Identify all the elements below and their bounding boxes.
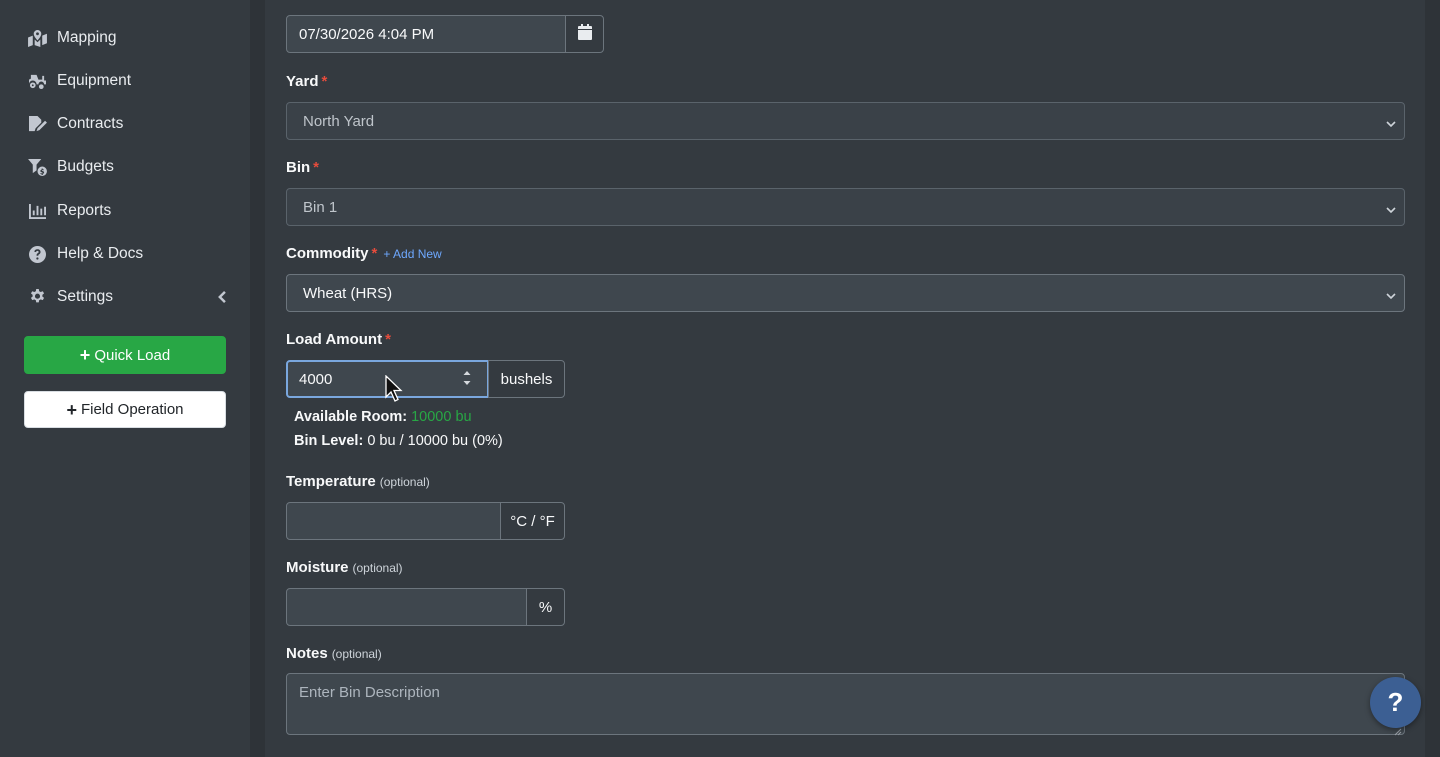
notes-label: Notes (optional) bbox=[286, 645, 382, 662]
moisture-unit-addon: % bbox=[526, 588, 565, 626]
calendar-button[interactable] bbox=[565, 15, 604, 53]
available-room-info: Available Room: 10000 bu bbox=[294, 409, 472, 425]
sidebar-item-help-docs[interactable]: Help & Docs bbox=[26, 241, 143, 267]
map-marked-icon bbox=[26, 29, 48, 47]
sidebar-item-label: Equipment bbox=[57, 72, 132, 89]
moisture-label: Moisture (optional) bbox=[286, 559, 403, 576]
mouse-cursor-icon bbox=[385, 375, 403, 402]
commodity-select[interactable]: Wheat (HRS) bbox=[286, 274, 1405, 312]
sidebar-item-reports[interactable]: Reports bbox=[26, 198, 111, 224]
gear-icon bbox=[26, 288, 48, 306]
yard-label: Yard * bbox=[286, 73, 328, 90]
sidebar-item-label: Mapping bbox=[57, 29, 117, 46]
number-spinner-icon[interactable] bbox=[462, 369, 472, 387]
file-signature-icon bbox=[26, 115, 48, 133]
chevron-down-icon bbox=[1386, 202, 1396, 214]
sidebar-item-contracts[interactable]: Contracts bbox=[26, 111, 123, 137]
temperature-unit-addon: °C / °F bbox=[500, 502, 565, 540]
sidebar-item-label: Budgets bbox=[57, 158, 114, 175]
budget-funnel-icon bbox=[26, 158, 48, 176]
quick-load-button[interactable]: + Quick Load bbox=[24, 336, 226, 374]
load-unit-addon: bushels bbox=[488, 360, 565, 398]
sidebar-item-label: Contracts bbox=[57, 115, 124, 132]
add-new-commodity-link[interactable]: + Add New bbox=[383, 247, 441, 261]
calendar-icon bbox=[577, 24, 592, 44]
sidebar-item-label: Reports bbox=[57, 202, 112, 219]
right-gutter bbox=[1425, 0, 1440, 757]
temperature-input[interactable] bbox=[286, 502, 501, 540]
plus-icon: + bbox=[66, 399, 77, 420]
chart-bar-icon bbox=[26, 202, 48, 220]
field-operation-button[interactable]: + Field Operation bbox=[24, 391, 226, 428]
sidebar-item-mapping[interactable]: Mapping bbox=[26, 25, 116, 51]
sidebar-item-label: Help & Docs bbox=[57, 245, 144, 262]
sidebar: Mapping Equipment Contracts Budgets Repo… bbox=[0, 0, 250, 757]
plus-icon: + bbox=[79, 345, 91, 365]
sidebar-item-label: Settings bbox=[57, 288, 114, 305]
chevron-down-icon bbox=[1386, 116, 1396, 128]
help-floating-button[interactable]: ? bbox=[1370, 677, 1421, 728]
sidebar-item-budgets[interactable]: Budgets bbox=[26, 154, 114, 180]
chevron-down-icon bbox=[1386, 288, 1396, 300]
temperature-label: Temperature (optional) bbox=[286, 473, 430, 490]
sidebar-gutter bbox=[250, 0, 265, 757]
notes-textarea[interactable]: Enter Bin Description bbox=[286, 673, 1405, 736]
sidebar-item-settings[interactable]: Settings bbox=[26, 284, 113, 310]
sidebar-item-equipment[interactable]: Equipment bbox=[26, 68, 131, 94]
bin-select[interactable]: Bin 1 bbox=[286, 188, 1405, 226]
question-circle-icon bbox=[26, 245, 48, 263]
date-time-input[interactable]: 07/30/2026 4:04 PM bbox=[286, 15, 566, 53]
commodity-label: Commodity * + Add New bbox=[286, 245, 442, 262]
bin-level-info: Bin Level: 0 bu / 10000 bu (0%) bbox=[294, 433, 503, 449]
tractor-icon bbox=[26, 72, 48, 90]
bin-label: Bin * bbox=[286, 159, 320, 176]
moisture-input[interactable] bbox=[286, 588, 527, 626]
yard-select[interactable]: North Yard bbox=[286, 102, 1405, 140]
chevron-left-icon[interactable] bbox=[214, 289, 228, 305]
load-amount-label: Load Amount * bbox=[286, 331, 391, 348]
